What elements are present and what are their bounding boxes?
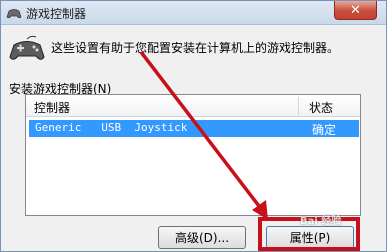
window-title: 游戏控制器 [26, 7, 87, 21]
column-header-controller[interactable]: 控制器 [34, 99, 70, 116]
row-status: 确定 [312, 123, 337, 137]
advanced-button[interactable]: 高级(D)... [158, 226, 246, 249]
column-header-status[interactable]: 状态 [309, 99, 333, 116]
gamepad-icon [6, 9, 22, 19]
gamepad-icon [9, 35, 45, 60]
row-controller-name: Generic USB Joystick [35, 121, 188, 134]
intro-text: 这些设置有助于您配置安装在计算机上的游戏控制器。 [51, 41, 340, 55]
column-divider[interactable] [298, 97, 299, 115]
title-bar[interactable]: 游戏控制器 ✕ [1, 1, 386, 25]
list-row-generic-usb-joystick[interactable]: Generic USB Joystick 确定 [29, 120, 359, 137]
close-button[interactable]: ✕ [334, 1, 377, 20]
list-header: 控制器 状态 [26, 95, 360, 117]
controller-list[interactable]: 控制器 状态 Generic USB Joystick 确定 [25, 94, 361, 216]
watermark-logo: Bai 经验 [300, 216, 342, 227]
